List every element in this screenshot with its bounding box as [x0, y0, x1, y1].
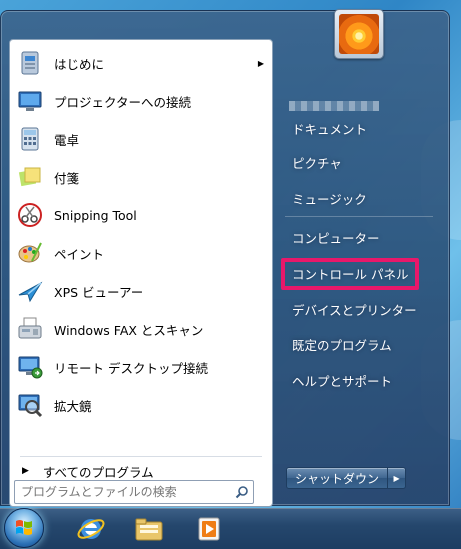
- expand-arrow-icon: ▶: [22, 466, 29, 476]
- computer-link[interactable]: コンピューター: [284, 224, 434, 250]
- calculator-icon: [14, 123, 46, 155]
- program-label: プロジェクターへの接続: [54, 94, 192, 110]
- taskbar: [0, 508, 461, 549]
- user-picture: [339, 14, 379, 54]
- windows-orb-icon[interactable]: [4, 508, 44, 548]
- remote-desktop-icon: [14, 351, 46, 383]
- separator: [285, 216, 433, 217]
- shutdown-label: シャットダウン: [295, 471, 380, 486]
- program-label: Windows FAX とスキャン: [54, 322, 204, 338]
- program-label: 電卓: [54, 132, 80, 148]
- music-label: ミュージック: [292, 191, 367, 207]
- program-item-projector[interactable]: プロジェクターへの接続: [10, 82, 272, 120]
- program-item-xps-viewer[interactable]: XPS ビューアー: [10, 272, 272, 310]
- devices-printers-label: デバイスとプリンター: [292, 302, 417, 318]
- program-label: 付箋: [54, 170, 80, 186]
- pictures-link[interactable]: ピクチャ: [284, 149, 434, 175]
- program-item-paint[interactable]: ペイント: [10, 234, 272, 272]
- program-label: XPS ビューアー: [54, 284, 144, 300]
- program-item-snipping-tool[interactable]: Snipping Tool: [10, 196, 272, 234]
- magnifier-icon: [14, 389, 46, 421]
- username-blurred: [289, 101, 379, 111]
- program-label: リモート デスクトップ接続: [54, 360, 208, 376]
- computer-label: コンピューター: [292, 230, 380, 246]
- help-support-label: ヘルプとサポート: [292, 373, 393, 389]
- default-programs-label: 既定のプログラム: [292, 337, 392, 353]
- sticky-notes-icon: [14, 161, 46, 193]
- search-box: [14, 480, 254, 504]
- documents-label: ドキュメント: [292, 121, 368, 137]
- documents-link[interactable]: ドキュメント: [284, 115, 434, 141]
- separator: [20, 456, 262, 457]
- program-label: Snipping Tool: [54, 207, 137, 223]
- program-label: ペイント: [54, 246, 105, 262]
- projector-icon: [14, 85, 46, 117]
- pictures-label: ピクチャ: [292, 155, 342, 171]
- internet-explorer-icon[interactable]: [74, 512, 108, 546]
- getting-started-icon: [14, 47, 46, 79]
- chevron-right-icon: ▶: [393, 473, 400, 483]
- program-label: 拡大鏡: [54, 398, 92, 414]
- shutdown-button[interactable]: シャットダウン: [286, 467, 389, 489]
- fax-icon: [14, 313, 46, 345]
- default-programs-link[interactable]: 既定のプログラム: [284, 331, 434, 357]
- help-support-link[interactable]: ヘルプとサポート: [284, 367, 434, 393]
- program-list: はじめに ▶ プロジェクターへの接続 電卓 付箋 Snipping Tool ペ…: [10, 44, 272, 424]
- scissors-icon: [14, 199, 46, 231]
- all-programs-label: すべてのプログラム: [42, 464, 154, 480]
- program-label: はじめに: [54, 56, 105, 72]
- program-item-getting-started[interactable]: はじめに ▶: [10, 44, 272, 82]
- program-item-calculator[interactable]: 電卓: [10, 120, 272, 158]
- program-item-magnifier[interactable]: 拡大鏡: [10, 386, 272, 424]
- media-player-icon[interactable]: [192, 512, 226, 546]
- search-input[interactable]: [21, 485, 231, 499]
- control-panel-highlight: [281, 258, 419, 290]
- program-item-sticky-notes[interactable]: 付箋: [10, 158, 272, 196]
- file-explorer-icon[interactable]: [132, 512, 166, 546]
- avatar[interactable]: [334, 9, 384, 59]
- all-programs-link[interactable]: ▶ すべてのプログラム: [16, 460, 266, 482]
- paint-palette-icon: [14, 237, 46, 269]
- program-pane: はじめに ▶ プロジェクターへの接続 電卓 付箋 Snipping Tool ペ…: [9, 39, 273, 507]
- program-item-fax-scan[interactable]: Windows FAX とスキャン: [10, 310, 272, 348]
- program-item-remote-desktop[interactable]: リモート デスクトップ接続: [10, 348, 272, 386]
- xps-viewer-icon: [14, 275, 46, 307]
- music-link[interactable]: ミュージック: [284, 185, 434, 211]
- shutdown-options-button[interactable]: ▶: [388, 467, 407, 489]
- shutdown-group: シャットダウン ▶: [286, 467, 407, 489]
- devices-printers-link[interactable]: デバイスとプリンター: [284, 296, 434, 322]
- submenu-arrow-icon: ▶: [257, 58, 264, 68]
- search-icon[interactable]: [231, 482, 253, 502]
